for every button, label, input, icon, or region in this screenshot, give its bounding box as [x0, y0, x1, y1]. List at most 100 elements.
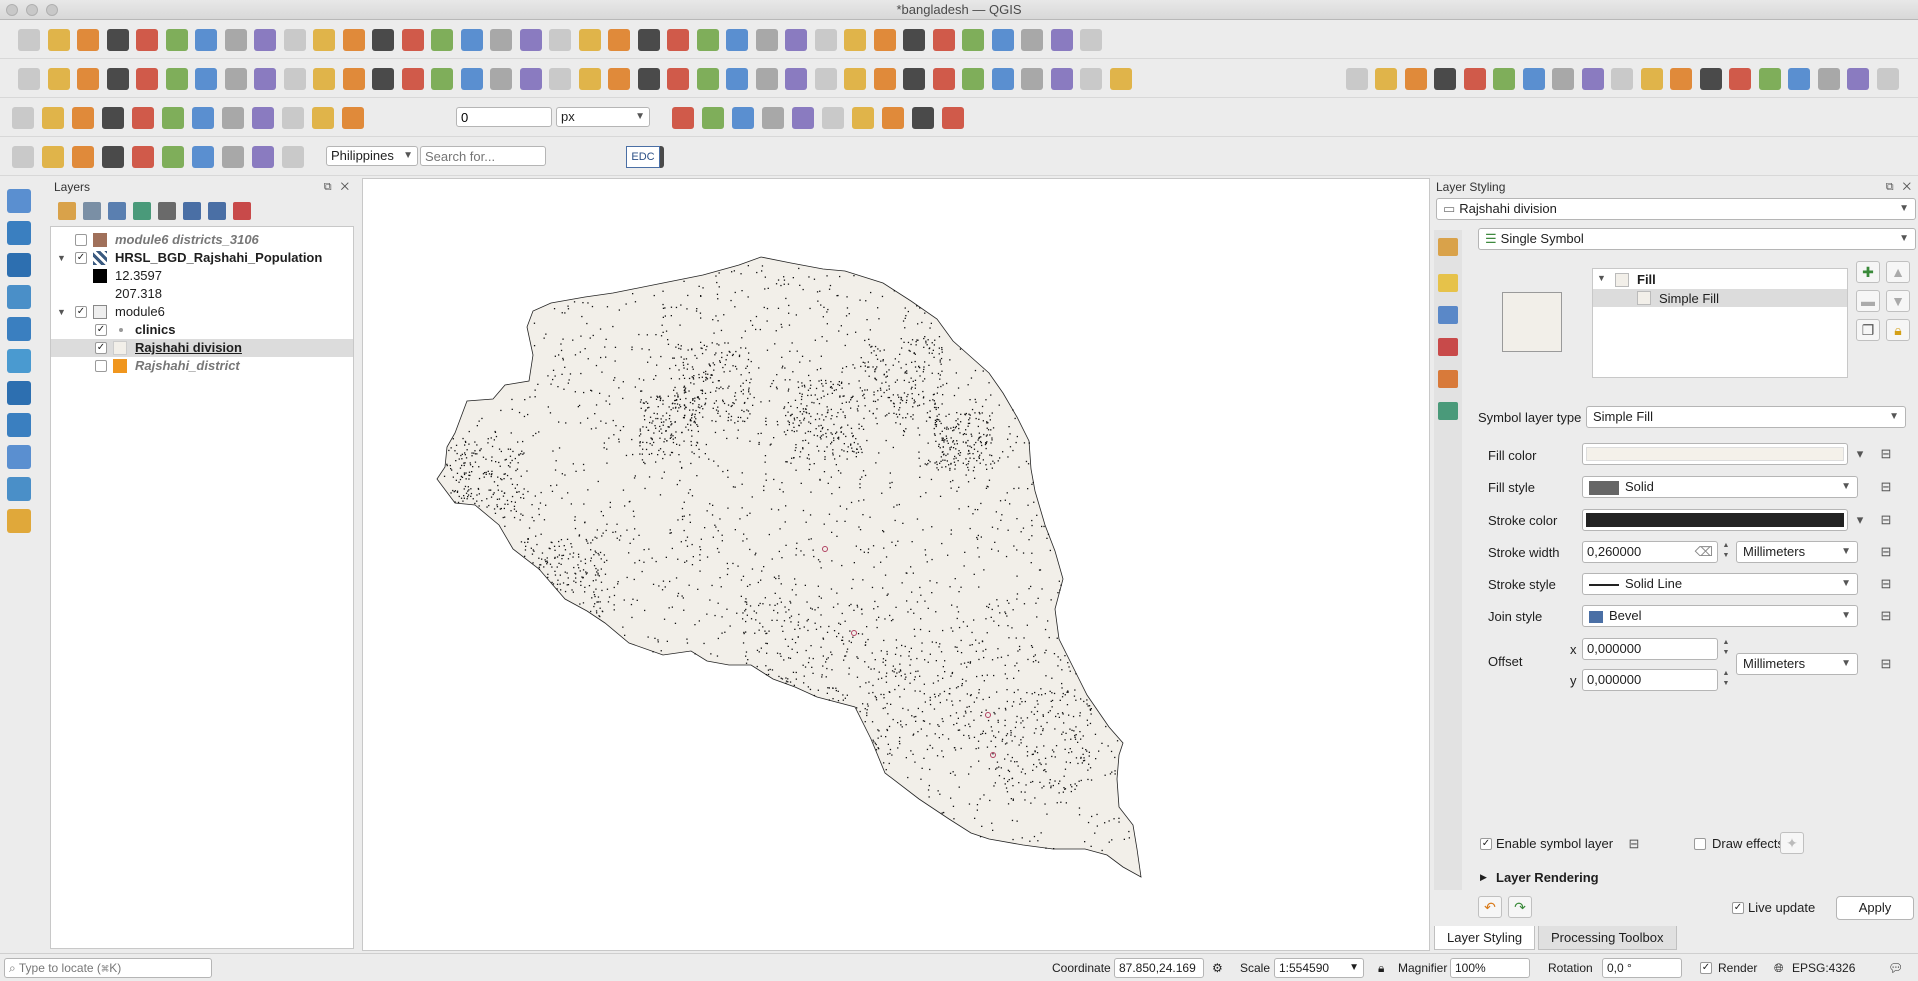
toolbar-tool-icon[interactable]	[1522, 68, 1545, 90]
toolbar-tool-icon[interactable]	[72, 107, 94, 129]
toolbar-tool-icon[interactable]	[460, 68, 483, 90]
zoom-window-button[interactable]	[46, 4, 58, 16]
toolbar-tool-icon[interactable]	[732, 107, 754, 129]
map-canvas[interactable]	[362, 178, 1430, 951]
data-defined-override-icon[interactable]: ⊟	[1876, 510, 1896, 530]
toolbar-tool-icon[interactable]	[192, 107, 214, 129]
add-layer-icon[interactable]	[7, 381, 31, 405]
toolbar-tool-icon[interactable]	[903, 29, 925, 51]
data-defined-override-icon[interactable]: ⊟	[1876, 477, 1896, 497]
toolbar-tool-icon[interactable]	[519, 68, 542, 90]
messages-icon[interactable]: 💬︎	[1888, 961, 1903, 975]
layer-row-clinics[interactable]: ✓ clinics	[51, 321, 353, 339]
layers-tool-icon[interactable]	[158, 202, 176, 220]
layer-checkbox[interactable]: ✓	[95, 324, 107, 336]
toolbar-tool-icon[interactable]	[18, 68, 40, 90]
toolbar-tool-icon[interactable]	[102, 146, 124, 168]
toolbar-tool-icon[interactable]	[844, 68, 866, 90]
search-input[interactable]	[420, 146, 546, 166]
stroke-width-spinner[interactable]: ▲ ▼	[1720, 541, 1732, 563]
layer-row-districts[interactable]: module6 districts_3106	[51, 231, 353, 249]
toolbar-tool-icon[interactable]	[252, 146, 274, 168]
toolbar-tool-icon[interactable]	[785, 68, 807, 90]
add-layer-icon[interactable]	[7, 509, 31, 533]
layer-rendering-header[interactable]: Layer Rendering	[1496, 870, 1599, 885]
toolbar-tool-icon[interactable]	[519, 29, 542, 51]
symbology-tab-icon[interactable]	[1438, 238, 1458, 256]
toolbar-tool-icon[interactable]	[12, 146, 34, 168]
add-layer-icon[interactable]	[7, 413, 31, 437]
toolbar-tool-icon[interactable]	[132, 107, 154, 129]
close-window-button[interactable]	[6, 4, 18, 16]
toolbar-tool-icon[interactable]	[991, 68, 1014, 90]
toolbar-tool-icon[interactable]	[313, 68, 335, 90]
toolbar-tool-icon[interactable]	[283, 29, 306, 51]
fill-color-dropdown-icon[interactable]: ▾	[1850, 444, 1870, 464]
move-up-button[interactable]: ▲	[1886, 261, 1910, 283]
toolbar-tool-icon[interactable]	[1463, 68, 1486, 90]
layers-tool-icon[interactable]	[83, 202, 101, 220]
locator-search-input[interactable]: ⌕ Type to locate (⌘K)	[4, 958, 212, 978]
toolbar-tool-icon[interactable]	[785, 29, 807, 51]
add-layer-icon[interactable]	[7, 317, 31, 341]
layer-checkbox[interactable]	[95, 360, 107, 372]
join-style-select[interactable]: Bevel ▼	[1582, 605, 1858, 627]
toolbar-tool-icon[interactable]	[252, 107, 274, 129]
toolbar-tool-icon[interactable]	[1404, 68, 1427, 90]
toolbar-tool-icon[interactable]	[162, 146, 184, 168]
toolbar-tool-icon[interactable]	[672, 107, 694, 129]
layer-checkbox[interactable]: ✓	[75, 306, 87, 318]
toolbar-tool-icon[interactable]	[77, 68, 99, 90]
add-layer-icon[interactable]	[7, 253, 31, 277]
offset-x-input[interactable]: 0,000000	[1582, 638, 1718, 660]
offset-y-input[interactable]: 0,000000	[1582, 669, 1718, 691]
locator-region-select[interactable]: Philippines ▼	[326, 146, 418, 166]
toolbar-tool-icon[interactable]	[1729, 68, 1751, 90]
layers-tool-icon[interactable]	[183, 202, 201, 220]
toolbar-tool-icon[interactable]	[47, 29, 70, 51]
diagrams-tab-icon[interactable]	[1438, 370, 1458, 388]
toolbar-tool-icon[interactable]	[942, 107, 964, 129]
toolbar-tool-icon[interactable]	[696, 29, 719, 51]
toolbar-tool-icon[interactable]	[962, 29, 984, 51]
toolbar-tool-icon[interactable]	[18, 29, 40, 51]
add-layer-icon[interactable]	[7, 189, 31, 213]
panel-float-close-icons[interactable]: ⧉ ✕	[1886, 181, 1914, 194]
toolbar-tool-icon[interactable]	[882, 107, 904, 129]
toolbar-tool-icon[interactable]	[549, 68, 571, 90]
toolbar-tool-icon[interactable]	[1581, 68, 1604, 90]
toolbar-tool-icon[interactable]	[1375, 68, 1397, 90]
toolbar-tool-icon[interactable]	[1699, 68, 1722, 90]
toolbar-tool-icon[interactable]	[195, 29, 217, 51]
magnifier-input[interactable]: 100%	[1450, 958, 1530, 978]
labels-tab-icon[interactable]	[1438, 274, 1458, 292]
toolbar-tool-icon[interactable]	[726, 29, 748, 51]
symbol-layer-type-select[interactable]: Simple Fill ▼	[1586, 406, 1906, 428]
layer-group-module6[interactable]: ▼ ✓ module6	[51, 303, 353, 321]
layer-select[interactable]: ▭ Rajshahi division ▼	[1436, 198, 1916, 220]
layer-row-rajshahi-district[interactable]: Rajshahi_district	[51, 357, 353, 375]
toolbar-tool-icon[interactable]	[460, 29, 483, 51]
toolbar-tool-icon[interactable]	[77, 29, 99, 51]
toolbar-tool-icon[interactable]	[1670, 68, 1692, 90]
toolbar-tool-icon[interactable]	[222, 107, 244, 129]
lock-color-icon[interactable]: 🔒︎	[1886, 319, 1910, 341]
layers-tool-icon[interactable]	[208, 202, 226, 220]
edc-button[interactable]: EDC	[626, 146, 660, 168]
toolbar-tool-icon[interactable]	[106, 68, 129, 90]
draw-effects-checkbox[interactable]	[1694, 838, 1706, 850]
toolbar-tool-icon[interactable]	[1758, 68, 1781, 90]
toolbar-tool-icon[interactable]	[1876, 68, 1899, 90]
panel-float-close-icons[interactable]: ⧉ ✕	[324, 181, 352, 194]
toolbar-tool-icon[interactable]	[932, 29, 955, 51]
toolbar-tool-icon[interactable]	[222, 146, 244, 168]
toolbar-tool-icon[interactable]	[912, 107, 934, 129]
clear-icon[interactable]: ⌫	[1695, 542, 1713, 562]
toolbar-tool-icon[interactable]	[1080, 29, 1102, 51]
add-layer-icon[interactable]	[7, 477, 31, 501]
toolbar-tool-icon[interactable]	[1345, 68, 1368, 90]
toolbar-tool-icon[interactable]	[578, 29, 601, 51]
effects-star-icon[interactable]: ✦	[1780, 832, 1804, 854]
add-layer-icon[interactable]	[7, 285, 31, 309]
render-checkbox[interactable]: ✓	[1700, 962, 1712, 974]
